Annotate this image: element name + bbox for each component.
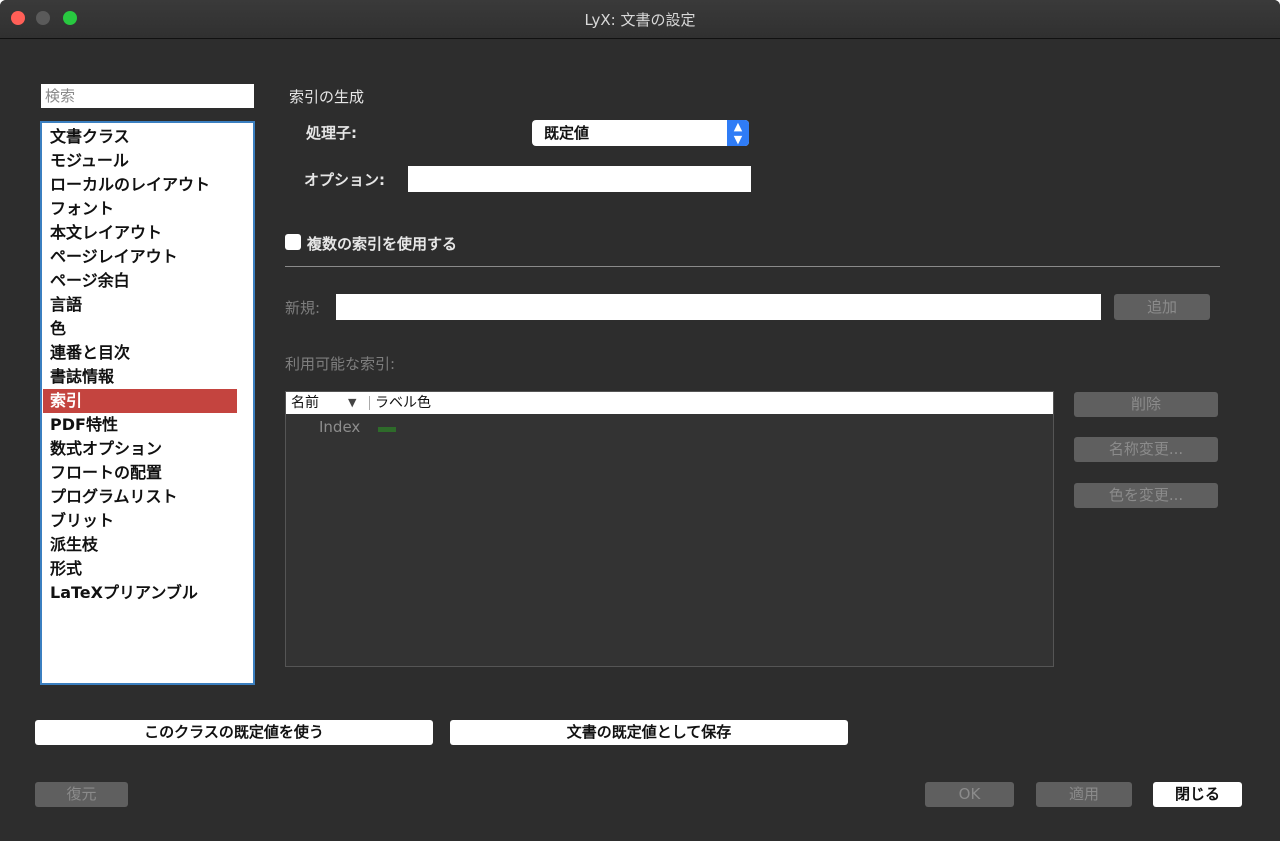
category-item-branches[interactable]: 派生枝 (50, 533, 98, 557)
column-header-label-color[interactable]: ラベル色 (375, 392, 431, 414)
column-header-name[interactable]: 名前 (291, 392, 319, 414)
table-row-name[interactable]: Index (319, 418, 360, 436)
new-index-label: 新規: (285, 299, 321, 317)
section-title-index-generation: 索引の生成 (289, 88, 365, 106)
options-input[interactable] (408, 166, 751, 192)
separator (285, 266, 1220, 267)
rename-button[interactable]: 名称変更... (1074, 437, 1218, 462)
processor-select[interactable]: 既定値 ▲ ▼ (532, 120, 749, 146)
delete-button[interactable]: 削除 (1074, 392, 1218, 417)
options-label: オプション: (304, 171, 385, 189)
select-arrows-icon: ▲ ▼ (727, 120, 749, 146)
category-item-bullets[interactable]: ブリット (50, 509, 114, 533)
category-item-float-placement[interactable]: フロートの配置 (50, 461, 162, 485)
category-item-document-class[interactable]: 文書クラス (50, 125, 130, 149)
processor-label: 処理子: (306, 124, 357, 142)
multiple-indices-label: 複数の索引を使用する (307, 235, 458, 253)
indices-table[interactable]: 名前 ▼ ラベル色 Index (285, 391, 1054, 667)
add-index-button[interactable]: 追加 (1114, 294, 1210, 320)
category-item-indexes[interactable]: 索引 (43, 389, 237, 413)
category-item-bibliography[interactable]: 書誌情報 (50, 365, 114, 389)
category-item-page-layout[interactable]: ページレイアウト (50, 245, 178, 269)
multiple-indices-checkbox[interactable] (285, 234, 301, 250)
processor-select-value: 既定値 (544, 124, 590, 142)
category-item-listings[interactable]: プログラムリスト (50, 485, 178, 509)
restore-button[interactable]: 復元 (35, 782, 128, 807)
category-item-latex-preamble[interactable]: LaTeXプリアンブル (50, 581, 198, 605)
category-item-modules[interactable]: モジュール (50, 149, 129, 173)
category-item-numbering-toc[interactable]: 連番と目次 (50, 341, 130, 365)
use-class-defaults-button[interactable]: このクラスの既定値を使う (35, 720, 433, 745)
title-bar: LyX: 文書の設定 (0, 0, 1280, 39)
table-header: 名前 ▼ ラベル色 (286, 392, 1053, 414)
category-item-colors[interactable]: 色 (50, 317, 66, 341)
category-list: 文書クラス モジュール ローカルのレイアウト フォント 本文レイアウト ページレ… (40, 121, 255, 685)
category-item-fonts[interactable]: フォント (50, 197, 114, 221)
close-button[interactable]: 閉じる (1153, 782, 1242, 807)
category-item-page-margins[interactable]: ページ余白 (50, 269, 130, 293)
category-item-language[interactable]: 言語 (50, 293, 82, 317)
available-indices-label: 利用可能な索引: (285, 355, 396, 373)
change-color-button[interactable]: 色を変更... (1074, 483, 1218, 508)
category-item-pdf-properties[interactable]: PDF特性 (50, 413, 118, 437)
apply-button[interactable]: 適用 (1036, 782, 1132, 807)
category-item-format[interactable]: 形式 (50, 557, 82, 581)
window-title: LyX: 文書の設定 (584, 11, 696, 29)
sort-down-icon: ▼ (348, 396, 357, 409)
category-item-math-options[interactable]: 数式オプション (50, 437, 162, 461)
save-as-document-defaults-button[interactable]: 文書の既定値として保存 (450, 720, 848, 745)
label-color-swatch (378, 427, 396, 432)
new-index-input[interactable] (336, 294, 1101, 320)
category-item-local-layout[interactable]: ローカルのレイアウト (50, 173, 210, 197)
category-item-text-layout[interactable]: 本文レイアウト (50, 221, 162, 245)
document-settings-window: LyX: 文書の設定 文書クラス モジュール ローカルのレイアウト フォント 本… (0, 0, 1280, 841)
category-search-input[interactable] (41, 84, 254, 108)
ok-button[interactable]: OK (925, 782, 1014, 807)
column-separator (369, 396, 370, 410)
